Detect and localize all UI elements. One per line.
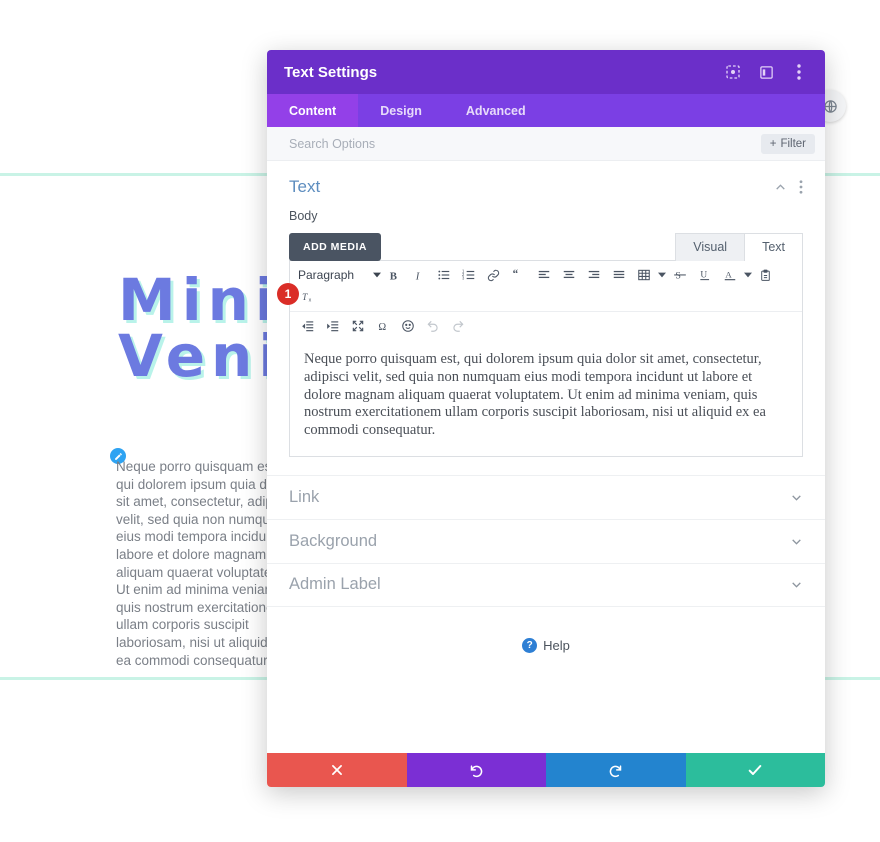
editor-toolbar-row-1: Paragraph B I 123 “ S U A T x [290,261,802,312]
svg-text:A: A [725,269,732,279]
undo-icon [470,764,483,777]
chevron-up-icon[interactable] [774,181,787,194]
table-dropdown-caret[interactable] [656,264,667,286]
hero-heading-line1: Mini [118,266,281,334]
align-right-icon[interactable] [581,264,606,286]
bold-icon[interactable]: B [381,264,406,286]
numbered-list-icon[interactable]: 123 [456,264,481,286]
question-mark-icon: ? [522,637,538,653]
modal-title: Text Settings [284,63,378,81]
svg-text:Ω: Ω [378,322,386,333]
outdent-icon[interactable] [295,315,320,337]
search-bar: + Filter [267,127,825,161]
tab-text[interactable]: Text [745,233,803,261]
redo-icon [609,764,622,777]
svg-text:x: x [308,298,311,304]
editor-mode-tabs: Visual Text [675,233,803,261]
strikethrough-icon[interactable]: S [667,264,692,286]
more-vertical-icon[interactable] [790,63,808,81]
section-background-label: Background [289,531,378,550]
editor-toolbar-row-2: Ω [290,312,802,340]
help-link[interactable]: ? Help [267,637,825,653]
table-icon[interactable] [631,264,656,286]
special-character-icon[interactable]: Ω [370,315,395,337]
text-section-title: Text [289,177,321,196]
text-section: Text Body ADD MEDIA Visual Text Paragrap… [267,161,825,457]
emoji-icon[interactable] [395,315,420,337]
close-icon [331,765,342,775]
step-badge-1: 1 [277,283,299,305]
chevron-down-icon [790,578,803,591]
svg-text:S: S [675,271,681,282]
search-input[interactable] [289,136,761,151]
modal-body: Text Body ADD MEDIA Visual Text Paragrap… [267,161,825,753]
filter-button-label: Filter [780,137,806,150]
undo-button[interactable] [406,753,546,787]
clear-formatting-icon[interactable]: Tx [295,286,320,308]
layout-toggle-icon[interactable] [757,63,775,81]
section-admin-label[interactable]: Admin Label [267,562,825,607]
tab-design[interactable]: Design [358,94,444,127]
redo-icon[interactable] [445,315,470,337]
section-background[interactable]: Background [267,518,825,563]
rich-text-editor: ADD MEDIA Visual Text Paragraph B I 1 2 … [289,233,803,457]
text-color-dropdown-caret[interactable] [742,264,753,286]
svg-text:B: B [390,270,397,282]
text-section-header: Text [289,177,803,197]
add-media-button[interactable]: ADD MEDIA [289,233,381,261]
italic-icon[interactable]: I [406,264,431,286]
paragraph-format-select[interactable]: Paragraph [295,264,381,286]
redo-button[interactable] [546,753,686,787]
chevron-down-icon [790,491,803,504]
svg-text:U: U [700,270,707,280]
tab-advanced[interactable]: Advanced [444,94,548,127]
cancel-button[interactable] [267,753,407,787]
plus-icon: + [769,137,777,150]
undo-icon[interactable] [420,315,445,337]
underline-icon[interactable]: U [692,264,717,286]
modal-footer [267,753,825,787]
editor-content[interactable]: Neque porro quisquam est, qui dolorem ip… [290,340,802,456]
chevron-down-icon [790,535,803,548]
svg-text:T: T [302,293,308,303]
svg-text:I: I [415,270,421,282]
collapsed-sections: Link Background Admin Label [267,474,825,607]
help-label: Help [543,637,570,653]
editor-topbar: ADD MEDIA Visual Text [289,233,803,261]
hero-heading-line2: Veni [118,322,285,390]
paragraph-format-label: Paragraph [298,268,355,282]
indent-icon[interactable] [320,315,345,337]
body-field-label: Body [289,209,318,223]
modal-header: Text Settings [267,50,825,94]
align-left-icon[interactable] [531,264,556,286]
filter-button[interactable]: + Filter [760,133,815,154]
align-justify-icon[interactable] [606,264,631,286]
tab-visual[interactable]: Visual [675,233,746,261]
text-color-icon[interactable]: A [717,264,742,286]
fullscreen-icon[interactable] [345,315,370,337]
text-settings-modal: Text Settings Content Design Advanced + … [267,50,825,787]
section-link-label: Link [289,487,320,506]
link-icon[interactable] [481,264,506,286]
focus-target-icon[interactable] [724,63,742,81]
editor-box: Paragraph B I 123 “ S U A T x Ω Neque po… [289,260,803,457]
save-button[interactable] [685,753,825,787]
svg-text:“: “ [512,268,518,280]
check-icon [748,765,762,775]
modal-tabs: Content Design Advanced [267,94,825,127]
hero-heading: Mini Veni [118,266,285,390]
chevron-down-icon [373,272,381,278]
svg-text:3: 3 [462,276,465,281]
align-center-icon[interactable] [556,264,581,286]
section-admin-label-label: Admin Label [289,575,381,594]
paste-as-text-icon[interactable] [753,264,778,286]
tab-content[interactable]: Content [267,94,359,127]
modal-header-actions [724,63,808,81]
bulleted-list-icon[interactable] [431,264,456,286]
section-link[interactable]: Link [267,474,825,519]
more-vertical-icon[interactable] [799,180,803,194]
blockquote-icon[interactable]: “ [506,264,531,286]
